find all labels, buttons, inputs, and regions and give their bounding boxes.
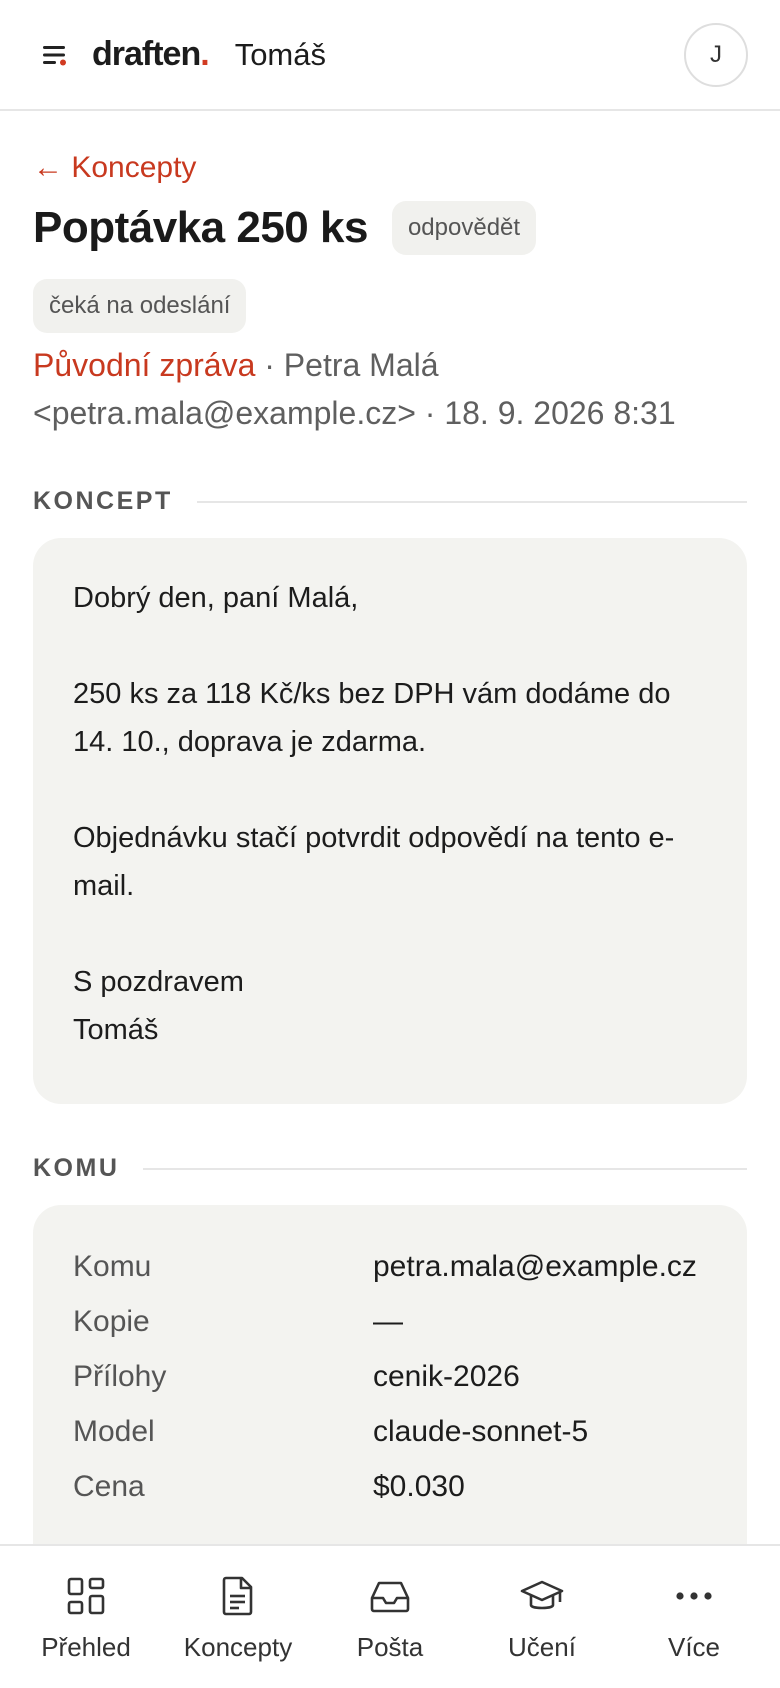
draft-section-header: KONCEPT xyxy=(33,487,747,516)
info-value: $0.030 xyxy=(373,1470,465,1503)
nav-item-mail[interactable]: Pošta xyxy=(320,1546,460,1688)
document-icon xyxy=(222,1576,253,1616)
graduation-cap-icon xyxy=(520,1580,564,1610)
avatar[interactable]: J xyxy=(684,22,748,87)
menu-icon[interactable] xyxy=(40,40,70,70)
bottom-nav: Přehled Koncepty Pošta Učení Více xyxy=(0,1544,780,1688)
info-row-attachments: Přílohy cenik-2026 xyxy=(73,1353,707,1400)
info-value: petra.mala@example.cz xyxy=(373,1250,697,1283)
draft-closing-block: S pozdravem Tomáš xyxy=(73,958,707,1054)
nav-label: Pošta xyxy=(356,1632,424,1662)
recipients-section-header: KOMU xyxy=(33,1154,747,1183)
info-key: Cena xyxy=(73,1470,145,1503)
draft-paragraph-2: Objednávku stačí potvrdit odpovědí na te… xyxy=(73,822,675,902)
draft-signature: Tomáš xyxy=(73,1014,159,1046)
draft-detail-screen: draften. Tomáš J ← Koncepty Poptávka 250… xyxy=(0,0,780,1688)
info-row-cc: Kopie — xyxy=(73,1298,707,1345)
title-row: Poptávka 250 ks odpovědět xyxy=(33,201,747,255)
app-logo[interactable]: draften. xyxy=(92,35,210,74)
info-value: claude-sonnet-5 xyxy=(373,1415,589,1448)
info-key: Kopie xyxy=(73,1305,150,1338)
info-row-model: Model claude-sonnet-5 xyxy=(73,1408,707,1455)
recipients-section-label: KOMU xyxy=(33,1154,120,1182)
main-content: ← Koncepty Poptávka 250 ks odpovědět ček… xyxy=(0,111,780,1605)
app-header: draften. Tomáš J xyxy=(0,0,780,111)
info-key: Komu xyxy=(73,1250,152,1283)
info-key: Přílohy xyxy=(73,1360,167,1393)
status-row: čeká na odeslání xyxy=(33,279,747,333)
reply-type-badge: odpovědět xyxy=(391,201,537,255)
more-dots-icon xyxy=(676,1592,712,1600)
dashboard-icon xyxy=(67,1577,105,1615)
nav-item-learning[interactable]: Učení xyxy=(472,1546,612,1688)
section-divider xyxy=(196,500,747,503)
nav-label: Přehled xyxy=(41,1632,131,1662)
nav-label: Více xyxy=(667,1632,721,1662)
nav-item-drafts[interactable]: Koncepty xyxy=(168,1546,308,1688)
draft-closing: S pozdravem xyxy=(73,966,244,998)
nav-item-overview[interactable]: Přehled xyxy=(16,1546,156,1688)
back-to-drafts-link[interactable]: ← Koncepty xyxy=(33,151,747,185)
status-badge: čeká na odeslání xyxy=(33,279,247,333)
section-divider xyxy=(143,1167,747,1170)
original-message-link[interactable]: Původní zpráva xyxy=(33,347,255,383)
nav-label: Učení xyxy=(508,1632,576,1662)
info-value: cenik-2026 xyxy=(373,1360,520,1393)
draft-section-label: KONCEPT xyxy=(33,487,173,515)
info-value: — xyxy=(373,1305,403,1338)
info-row-price: Cena $0.030 xyxy=(73,1463,707,1510)
inbox-icon xyxy=(370,1581,410,1613)
draft-paragraph-1: 250 ks za 118 Kč/ks bez DPH vám dodáme d… xyxy=(73,678,671,758)
info-key: Model xyxy=(73,1415,155,1448)
draft-greeting: Dobrý den, paní Malá, xyxy=(73,582,359,614)
draft-body-card[interactable]: Dobrý den, paní Malá, 250 ks za 118 Kč/k… xyxy=(33,538,747,1104)
page-title: Poptávka 250 ks xyxy=(33,203,368,252)
workspace-user-name: Tomáš xyxy=(234,36,326,72)
nav-item-more[interactable]: Více xyxy=(624,1546,764,1688)
info-row-to: Komu petra.mala@example.cz xyxy=(73,1243,707,1290)
nav-label: Koncepty xyxy=(183,1632,293,1662)
original-message-meta: Původní zpráva · Petra Malá <petra.mala@… xyxy=(33,341,747,437)
